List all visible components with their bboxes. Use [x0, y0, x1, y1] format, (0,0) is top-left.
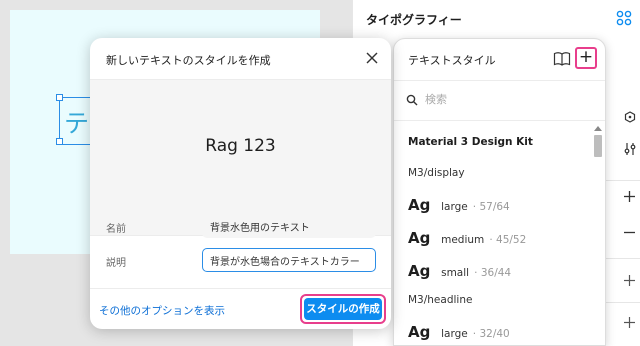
- style-group-name: M3/display: [408, 167, 465, 179]
- adjust-sliders-icon[interactable]: [623, 142, 637, 156]
- text-styles-header: テキストスタイル +: [394, 39, 605, 81]
- library-book-icon[interactable]: [553, 51, 571, 67]
- add-icon[interactable]: [623, 190, 636, 203]
- create-text-style-dialog: 新しいテキストのスタイルを作成 Rag 123 名前 説明 その他のオプションを…: [90, 38, 391, 329]
- style-name: medium: [441, 234, 485, 246]
- description-label: 説明: [106, 258, 126, 269]
- section-divider: [603, 180, 640, 181]
- add-icon[interactable]: [623, 316, 636, 329]
- search-icon: [406, 94, 418, 106]
- scroll-up-arrow[interactable]: [594, 126, 602, 131]
- text-style-item[interactable]: Ag large · 57/64: [408, 195, 510, 219]
- style-name: small: [441, 267, 470, 279]
- text-styles-title: テキストスタイル: [408, 54, 496, 67]
- text-style-item[interactable]: Ag small · 36/44: [408, 261, 511, 285]
- style-preview: Ag: [408, 262, 431, 280]
- style-size: · 45/52: [489, 234, 527, 246]
- style-name: large: [441, 328, 468, 340]
- create-style-button-highlight[interactable]: スタイルの作成: [300, 294, 386, 324]
- library-name: Material 3 Design Kit: [408, 136, 533, 148]
- style-preview: Ag: [408, 229, 431, 247]
- more-options-link[interactable]: その他のオプションを表示: [99, 303, 225, 318]
- style-size: · 32/40: [472, 328, 510, 340]
- dialog-footer-divider: [90, 288, 391, 289]
- section-divider: [603, 258, 640, 259]
- style-size: · 36/44: [474, 267, 512, 279]
- style-group-name: M3/headline: [408, 294, 473, 306]
- close-icon[interactable]: [364, 50, 380, 66]
- search-input[interactable]: [425, 93, 585, 106]
- style-preview: Ag: [408, 196, 431, 214]
- style-preview-area: Rag 123: [90, 80, 391, 236]
- scrollbar-thumb[interactable]: [594, 135, 602, 157]
- remove-icon[interactable]: [623, 226, 636, 239]
- style-description-input[interactable]: [202, 248, 376, 272]
- dialog-title: 新しいテキストのスタイルを作成: [106, 54, 271, 67]
- create-style-button[interactable]: スタイルの作成: [304, 298, 382, 320]
- resize-handle-top-left[interactable]: [56, 94, 63, 101]
- name-label: 名前: [106, 224, 126, 235]
- typography-section-title: タイポグラフィー: [366, 13, 462, 27]
- section-divider: [603, 302, 640, 303]
- dialog-header: 新しいテキストのスタイルを作成: [90, 38, 391, 80]
- style-name: large: [441, 201, 468, 213]
- text-style-item[interactable]: Ag medium · 45/52: [408, 228, 526, 252]
- style-preview: Ag: [408, 323, 431, 341]
- style-grid-icon[interactable]: [615, 9, 633, 27]
- variable-hexagon-icon[interactable]: [624, 111, 636, 123]
- style-size: · 57/64: [472, 201, 510, 213]
- style-name-input[interactable]: [202, 214, 376, 238]
- text-style-item[interactable]: Ag large · 32/40: [408, 322, 510, 345]
- resize-handle-bottom-left[interactable]: [56, 138, 63, 145]
- add-icon[interactable]: [623, 274, 636, 287]
- create-style-button[interactable]: +: [575, 47, 597, 69]
- search-row: [394, 81, 605, 121]
- preview-text: Rag 123: [205, 136, 276, 156]
- text-styles-popover: テキストスタイル + Material 3 Design Kit M3/disp…: [393, 38, 606, 346]
